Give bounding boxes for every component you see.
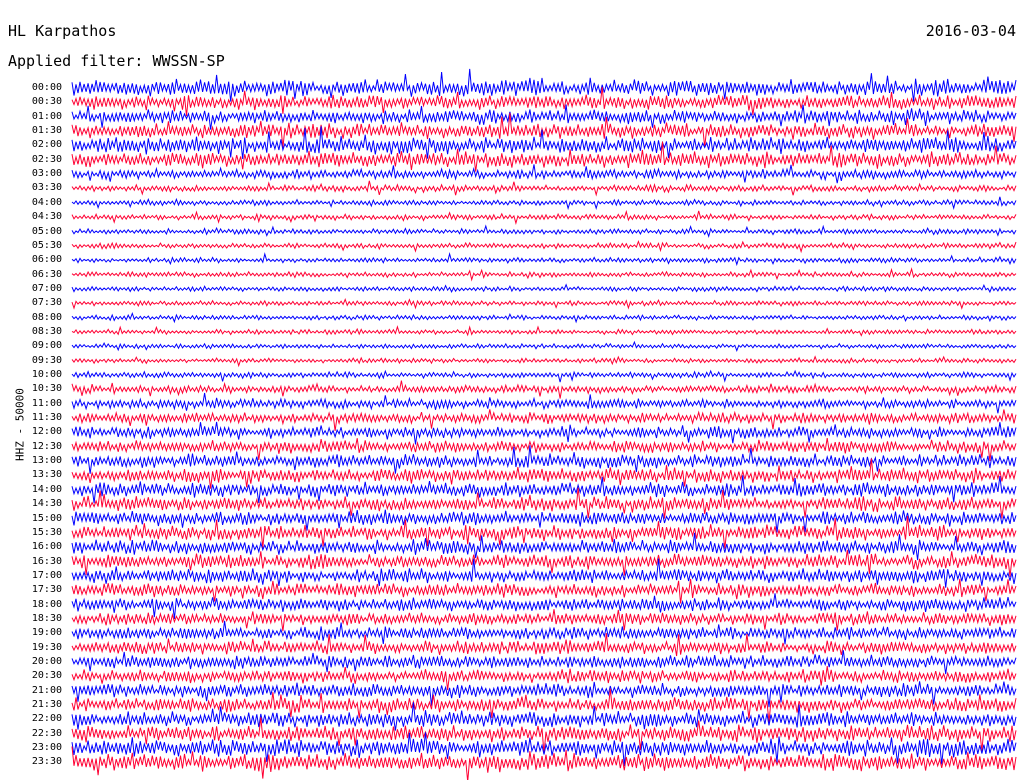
- trace-0530: [71, 240, 1017, 254]
- trace-1930: [71, 633, 1017, 657]
- trace-0430: [71, 209, 1017, 225]
- trace-0800: [71, 312, 1017, 324]
- trace-0400: [71, 196, 1017, 211]
- trace-1600: [71, 532, 1017, 561]
- trace-1330: [71, 458, 1017, 489]
- trace-0930: [71, 355, 1017, 368]
- trace-0830: [71, 325, 1017, 337]
- trace-0700: [71, 283, 1017, 294]
- trace-0330: [71, 180, 1017, 197]
- trace-0730: [71, 297, 1017, 310]
- seismogram-plot: [71, 68, 1017, 780]
- trace-1000: [71, 369, 1017, 383]
- trace-1700: [71, 558, 1017, 588]
- trace-0600: [71, 251, 1017, 267]
- trace-1430: [71, 487, 1017, 519]
- trace-0100: [71, 104, 1017, 130]
- trace-1130: [71, 409, 1017, 431]
- trace-1900: [71, 620, 1017, 645]
- trace-0900: [71, 340, 1017, 353]
- trace-0630: [71, 267, 1017, 282]
- trace-0000: [71, 68, 1017, 102]
- trace-1500: [71, 509, 1017, 533]
- trace-1830: [71, 609, 1017, 632]
- trace-1230: [71, 438, 1017, 461]
- trace-0500: [71, 224, 1017, 238]
- trace-2030: [71, 666, 1017, 691]
- trace-1100: [71, 392, 1017, 414]
- trace-1200: [71, 421, 1017, 445]
- trace-1030: [71, 380, 1017, 399]
